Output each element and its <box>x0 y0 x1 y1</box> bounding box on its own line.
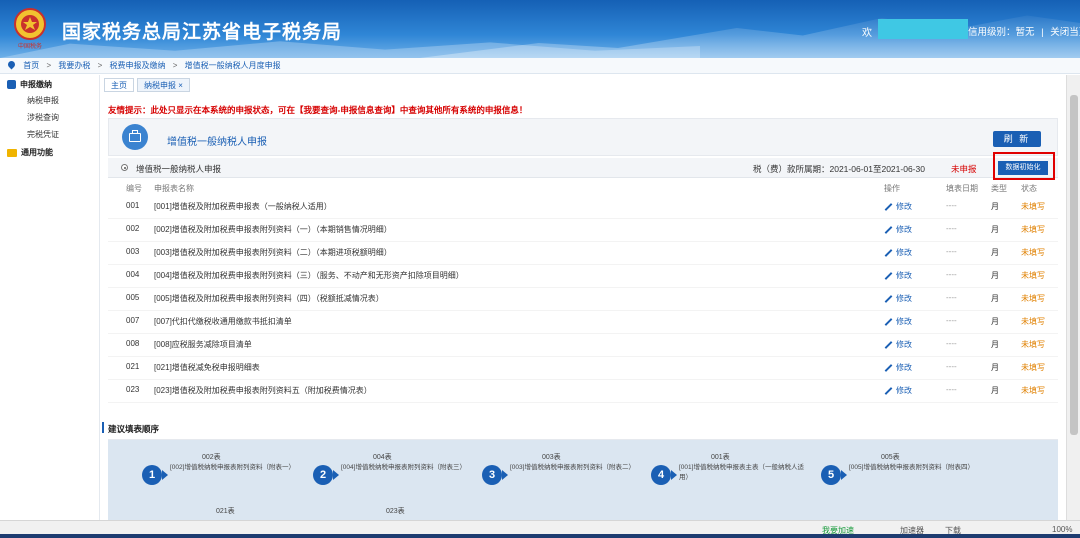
edit-icon <box>884 226 893 234</box>
edit-icon <box>884 249 893 257</box>
edit-link[interactable]: 修改 <box>884 316 912 327</box>
credit-level: 信用级别：暂无 <box>968 27 1035 38</box>
edit-icon <box>884 387 893 395</box>
arrow-right-icon <box>841 470 847 480</box>
table-row: 002 [002]增值税及附加税费申报表附列资料（一）（本期销售情况明细） 修改 --… <box>108 219 1058 242</box>
edit-icon <box>884 341 893 349</box>
flow-step[interactable]: 2 004表 [004]增值税纳税申报表附列资料（附表三） <box>313 450 473 494</box>
period-name: 增值税一般纳税人申报 <box>136 164 222 174</box>
edit-link[interactable]: 修改 <box>884 247 912 258</box>
redacted-username <box>878 19 968 39</box>
form-title: 增值税一般纳税人申报 <box>167 137 267 148</box>
table-row: 007 [007]代扣代缴税收通用缴款书抵扣清单 修改 ---- 月未填写 <box>108 311 1058 334</box>
table-row: 005 [005]增值税及附加税费申报表附列资料（四）（税额抵减情况表） 修改 ---… <box>108 288 1058 311</box>
edit-icon <box>884 272 893 280</box>
grid-icon <box>7 80 16 89</box>
edit-link[interactable]: 修改 <box>884 339 912 350</box>
location-pin-icon <box>6 59 17 70</box>
refresh-button[interactable]: 刷 新 <box>993 131 1041 147</box>
radio-button[interactable] <box>121 164 128 171</box>
scrollbar-thumb[interactable] <box>1070 95 1078 435</box>
declaration-period-row: 增值税一般纳税人申报 税（费）款所属期：2021-06-01至2021-06-3… <box>108 152 1058 180</box>
step-number: 3 <box>482 465 502 485</box>
breadcrumb: 首页 > 我要办税 > 税费申报及缴纳 > 增值税一般纳税人月度申报 <box>0 58 1080 74</box>
folder-icon <box>7 148 17 157</box>
welcome-text: 欢 <box>862 28 872 39</box>
step-number: 2 <box>313 465 333 485</box>
table-row: 008 [008]应税服务减除项目清单 修改 ---- 月未填写 <box>108 334 1058 357</box>
tab-home[interactable]: 主页 <box>104 78 134 92</box>
tax-emblem-icon: 中国税务 <box>14 8 46 50</box>
zoom-level[interactable]: 100% <box>1052 525 1072 534</box>
flow-next-code: 021表 <box>216 508 235 515</box>
step-number: 1 <box>142 465 162 485</box>
table-row: 021 [021]增值税减免税申报明细表 修改 ---- 月未填写 <box>108 357 1058 380</box>
flow-step[interactable]: 3 003表 [003]增值税纳税申报表附列资料（附表二） <box>482 450 642 494</box>
flow-step[interactable]: 4 001表 [001]增值税纳税申报表主表（一般纳税人适用） <box>651 450 811 494</box>
edit-link[interactable]: 修改 <box>884 224 912 235</box>
edit-icon <box>884 364 893 372</box>
sidebar-group-common[interactable]: 通用功能 <box>0 143 99 160</box>
edit-icon <box>884 295 893 303</box>
suggest-order-heading: 建议填表顺序 <box>102 416 1058 440</box>
form-table: 编号 申报表名称 操作 填表日期 类型 状态 001 [001]增值税及附加税费申… <box>108 182 1058 403</box>
briefcase-icon <box>122 124 148 150</box>
flow-step[interactable]: 5 005表 [005]增值税纳税申报表附列资料（附表四） <box>821 450 981 494</box>
sidebar-item-tax-declare[interactable]: 纳税申报 <box>0 92 99 109</box>
edit-link[interactable]: 修改 <box>884 293 912 304</box>
arrow-right-icon <box>333 470 339 480</box>
main-content: 友情提示：此处只显示在本系统的申报状态，可在【我要查询-申报信息查询】中查询其他… <box>102 100 1058 520</box>
edit-link[interactable]: 修改 <box>884 385 912 396</box>
breadcrumb-item[interactable]: 首页 <box>23 61 39 70</box>
close-page-link[interactable]: 关闭当页 <box>1050 27 1080 38</box>
tab-bar: 主页 纳税申报 × <box>104 78 190 92</box>
data-init-button[interactable]: 数据初始化 <box>998 161 1048 175</box>
step-number: 4 <box>651 465 671 485</box>
edit-link[interactable]: 修改 <box>884 270 912 281</box>
tab-tax-declare[interactable]: 纳税申报 × <box>137 78 190 92</box>
table-row: 003 [003]增值税及附加税费申报表附列资料（二）（本期进项税额明细） 修改 --… <box>108 242 1058 265</box>
edit-icon <box>884 318 893 326</box>
arrow-right-icon <box>162 470 168 480</box>
notice-text: 友情提示：此处只显示在本系统的申报状态，可在【我要查询-申报信息查询】中查询其他… <box>108 105 528 115</box>
breadcrumb-item[interactable]: 增值税一般纳税人月度申报 <box>185 61 281 70</box>
svg-text:中国税务: 中国税务 <box>18 42 42 50</box>
sidebar-item-tax-certificate[interactable]: 完税凭证 <box>0 126 99 143</box>
divider: | <box>1041 27 1044 38</box>
table-row: 023 [023]增值税及附加税费申报表附列资料五（附加税费情况表） 修改 ---- 月… <box>108 380 1058 403</box>
flow-step[interactable]: 1 002表 [002]增值税纳税申报表附列资料（附表一） <box>142 450 302 494</box>
arrow-right-icon <box>671 470 677 480</box>
vertical-scrollbar[interactable] <box>1066 75 1080 520</box>
table-header: 编号 申报表名称 操作 填表日期 类型 状态 <box>126 184 1037 193</box>
table-row: 004 [004]增值税及附加税费申报表附列资料（三）（服务、不动产和无形资产扣除… <box>108 265 1058 288</box>
edit-icon <box>884 203 893 211</box>
sidebar: 申报缴纳 纳税申报 涉税查询 完税凭证 通用功能 <box>0 75 100 520</box>
breadcrumb-item[interactable]: 我要办税 <box>58 61 90 70</box>
flow-next-code: 023表 <box>386 508 405 515</box>
site-title: 国家税务总局江苏省电子税务局 <box>62 22 343 43</box>
suggest-order-flow: 1 002表 [002]增值税纳税申报表附列资料（附表一） 2 004表 [00… <box>108 440 1058 520</box>
step-number: 5 <box>821 465 841 485</box>
sidebar-item-tax-query[interactable]: 涉税查询 <box>0 109 99 126</box>
site-header: 中国税务 国家税务总局江苏省电子税务局 欢 信用级别：暂无 | 关闭当页 <box>0 0 1080 58</box>
sidebar-group-declare[interactable]: 申报缴纳 <box>0 75 99 92</box>
form-header: 增值税一般纳税人申报 刷 新 <box>108 118 1058 156</box>
header-links: 信用级别：暂无 | 关闭当页 <box>968 24 1080 38</box>
breadcrumb-item[interactable]: 税费申报及缴纳 <box>110 61 166 70</box>
period-range: 税（费）款所属期：2021-06-01至2021-06-30 <box>753 164 925 174</box>
period-status: 未申报 <box>951 164 977 174</box>
table-row: 001 [001]增值税及附加税费申报表（一般纳税人适用） 修改 ---- 月未填写 <box>108 196 1058 219</box>
edit-link[interactable]: 修改 <box>884 201 912 212</box>
arrow-right-icon <box>502 470 508 480</box>
os-taskbar <box>0 534 1080 538</box>
edit-link[interactable]: 修改 <box>884 362 912 373</box>
